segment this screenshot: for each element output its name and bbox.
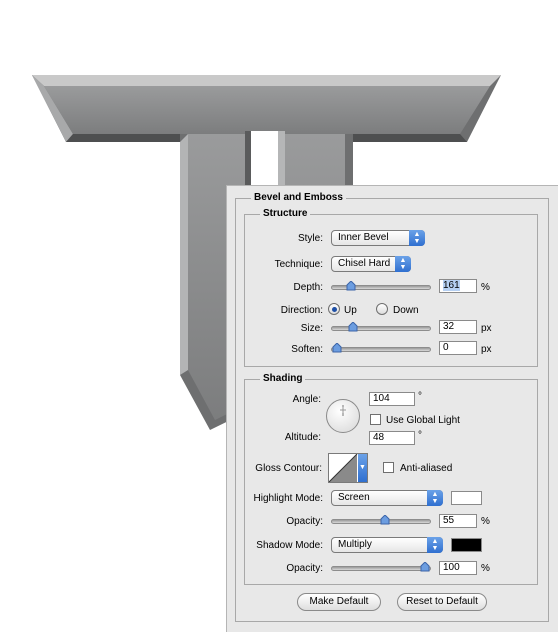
style-select-value: Inner Bevel: [338, 232, 389, 243]
angle-value: 104: [373, 393, 390, 404]
depth-label: Depth:: [293, 282, 323, 293]
anti-aliased-checkbox[interactable]: [383, 462, 394, 473]
make-default-button[interactable]: Make Default: [297, 593, 381, 611]
shading-title: Shading: [260, 373, 306, 384]
highlight-opacity-value: 55: [443, 515, 455, 526]
structure-title: Structure: [260, 208, 311, 219]
technique-select[interactable]: Chisel Hard ▲ ▼: [331, 256, 411, 272]
slider-thumb-icon[interactable]: [332, 343, 342, 353]
direction-up-radio[interactable]: [328, 303, 340, 315]
direction-down-label: Down: [393, 305, 419, 316]
updown-arrows-icon: ▲ ▼: [427, 490, 443, 506]
depth-value: 161: [443, 280, 460, 291]
updown-arrows-icon: ▲ ▼: [427, 537, 443, 553]
soften-input[interactable]: 0: [439, 341, 477, 355]
altitude-label: Altitude:: [284, 432, 321, 443]
depth-unit: %: [481, 282, 490, 293]
depth-slider[interactable]: [331, 281, 431, 291]
size-slider[interactable]: [331, 322, 431, 332]
highlight-mode-value: Screen: [338, 492, 370, 503]
slider-thumb-icon[interactable]: [420, 562, 430, 572]
shadow-opacity-slider[interactable]: [331, 562, 431, 572]
shading-group: [244, 379, 538, 585]
size-label: Size:: [300, 323, 323, 334]
slider-thumb-icon[interactable]: [348, 322, 358, 332]
direction-up-label: Up: [344, 305, 357, 316]
gloss-contour-picker[interactable]: ▼: [328, 453, 368, 483]
soften-value: 0: [443, 342, 449, 353]
highlight-opacity-input[interactable]: 55: [439, 514, 477, 528]
direction-down-radio[interactable]: [376, 303, 388, 315]
contour-linear-icon: [329, 454, 358, 482]
altitude-unit: °: [418, 430, 422, 441]
soften-unit: px: [481, 344, 492, 355]
crosshair-icon: [340, 405, 346, 416]
use-global-light-label: Use Global Light: [386, 415, 460, 426]
panel-title: Bevel and Emboss: [251, 192, 346, 203]
style-select[interactable]: Inner Bevel ▲ ▼: [331, 230, 425, 246]
depth-input[interactable]: 161: [439, 279, 477, 293]
technique-label: Technique:: [274, 259, 323, 270]
style-label: Style:: [297, 233, 323, 244]
size-input[interactable]: 32: [439, 320, 477, 334]
updown-arrows-icon: ▲ ▼: [395, 256, 411, 272]
updown-arrows-icon: ▲ ▼: [409, 230, 425, 246]
highlight-mode-select[interactable]: Screen ▲ ▼: [331, 490, 443, 506]
use-global-light-checkbox[interactable]: [370, 414, 381, 425]
shadow-opacity-value: 100: [443, 562, 460, 573]
shadow-opacity-unit: %: [481, 563, 490, 574]
shadow-opacity-label: Opacity:: [286, 563, 323, 574]
gloss-contour-label: Gloss Contour:: [255, 463, 322, 474]
size-value: 32: [443, 321, 455, 332]
altitude-input[interactable]: 48: [369, 431, 415, 445]
highlight-mode-label: Highlight Mode:: [253, 493, 323, 504]
chevron-down-icon[interactable]: ▼: [358, 454, 367, 482]
reset-to-default-button[interactable]: Reset to Default: [397, 593, 487, 611]
anti-aliased-label: Anti-aliased: [400, 463, 453, 474]
angle-input[interactable]: 104: [369, 392, 415, 406]
shadow-mode-value: Multiply: [338, 539, 372, 550]
direction-label: Direction:: [280, 305, 323, 316]
shadow-color-swatch[interactable]: [451, 538, 482, 552]
size-unit: px: [481, 323, 492, 334]
soften-slider[interactable]: [331, 343, 431, 353]
shadow-mode-select[interactable]: Multiply ▲ ▼: [331, 537, 443, 553]
slider-thumb-icon[interactable]: [346, 281, 356, 291]
angle-dial[interactable]: [326, 399, 360, 433]
shadow-mode-label: Shadow Mode:: [256, 540, 323, 551]
highlight-opacity-label: Opacity:: [286, 516, 323, 527]
bevel-emboss-panel: Bevel and Emboss Structure Style: Inner …: [226, 185, 558, 632]
angle-unit: °: [418, 391, 422, 402]
angle-label: Angle:: [292, 394, 321, 405]
altitude-value: 48: [373, 432, 385, 443]
highlight-color-swatch[interactable]: [451, 491, 482, 505]
slider-thumb-icon[interactable]: [380, 515, 390, 525]
shadow-opacity-input[interactable]: 100: [439, 561, 477, 575]
technique-select-value: Chisel Hard: [338, 258, 391, 269]
soften-label: Soften:: [291, 344, 323, 355]
highlight-opacity-slider[interactable]: [331, 515, 431, 525]
highlight-opacity-unit: %: [481, 516, 490, 527]
